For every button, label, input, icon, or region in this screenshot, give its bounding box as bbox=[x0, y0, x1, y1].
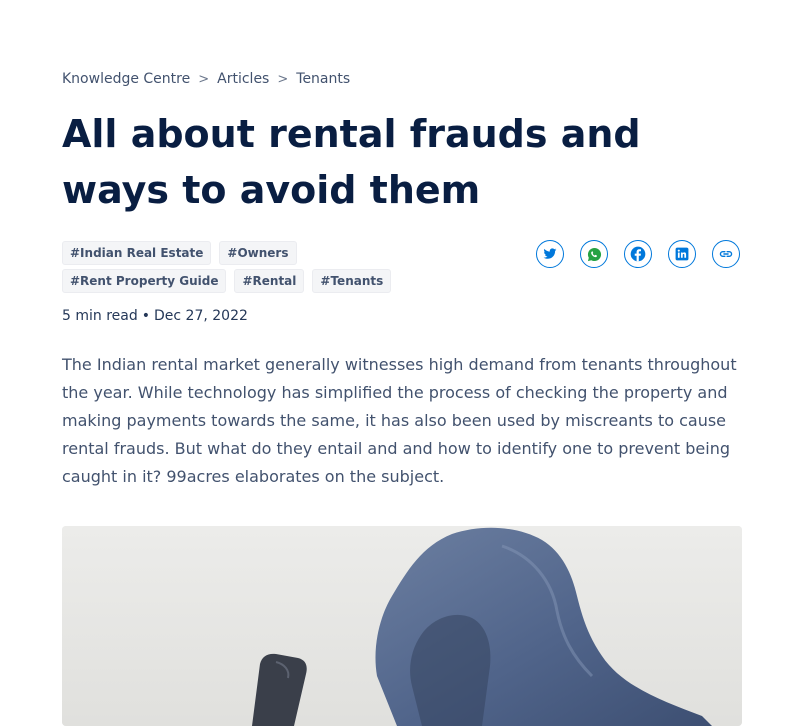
breadcrumb-tenants[interactable]: Tenants bbox=[296, 71, 350, 87]
publish-date: Dec 27, 2022 bbox=[154, 308, 248, 324]
tag-rental[interactable]: #Rental bbox=[234, 269, 305, 293]
facebook-icon bbox=[630, 246, 646, 262]
share-twitter-button[interactable] bbox=[536, 240, 564, 268]
article-meta: 5 min read • Dec 27, 2022 bbox=[62, 308, 248, 324]
share-linkedin-button[interactable] bbox=[668, 240, 696, 268]
tag-list: #Indian Real Estate #Owners #Rent Proper… bbox=[62, 241, 442, 293]
link-icon bbox=[719, 250, 733, 258]
breadcrumb: Knowledge Centre > Articles > Tenants bbox=[62, 71, 350, 87]
tag-rent-property-guide[interactable]: #Rent Property Guide bbox=[62, 269, 227, 293]
hero-photo bbox=[62, 526, 742, 726]
tag-tenants[interactable]: #Tenants bbox=[312, 269, 392, 293]
whatsapp-icon bbox=[587, 247, 601, 261]
article-title: All about rental frauds and ways to avoi… bbox=[62, 112, 641, 212]
share-whatsapp-button[interactable] bbox=[580, 240, 608, 268]
twitter-icon bbox=[543, 248, 557, 259]
breadcrumb-separator: > bbox=[277, 71, 289, 87]
share-facebook-button[interactable] bbox=[624, 240, 652, 268]
share-copy-link-button[interactable] bbox=[712, 240, 740, 268]
breadcrumb-knowledge-centre[interactable]: Knowledge Centre bbox=[62, 71, 190, 87]
hero-image bbox=[62, 526, 742, 726]
article-intro: The Indian rental market generally witne… bbox=[62, 355, 737, 486]
linkedin-icon bbox=[675, 247, 689, 261]
breadcrumb-separator: > bbox=[198, 71, 210, 87]
tag-owners[interactable]: #Owners bbox=[219, 241, 297, 265]
share-bar bbox=[536, 240, 740, 268]
meta-separator: • bbox=[141, 308, 151, 324]
tag-indian-real-estate[interactable]: #Indian Real Estate bbox=[62, 241, 212, 265]
read-time: 5 min read bbox=[62, 308, 138, 324]
breadcrumb-articles[interactable]: Articles bbox=[217, 71, 269, 87]
